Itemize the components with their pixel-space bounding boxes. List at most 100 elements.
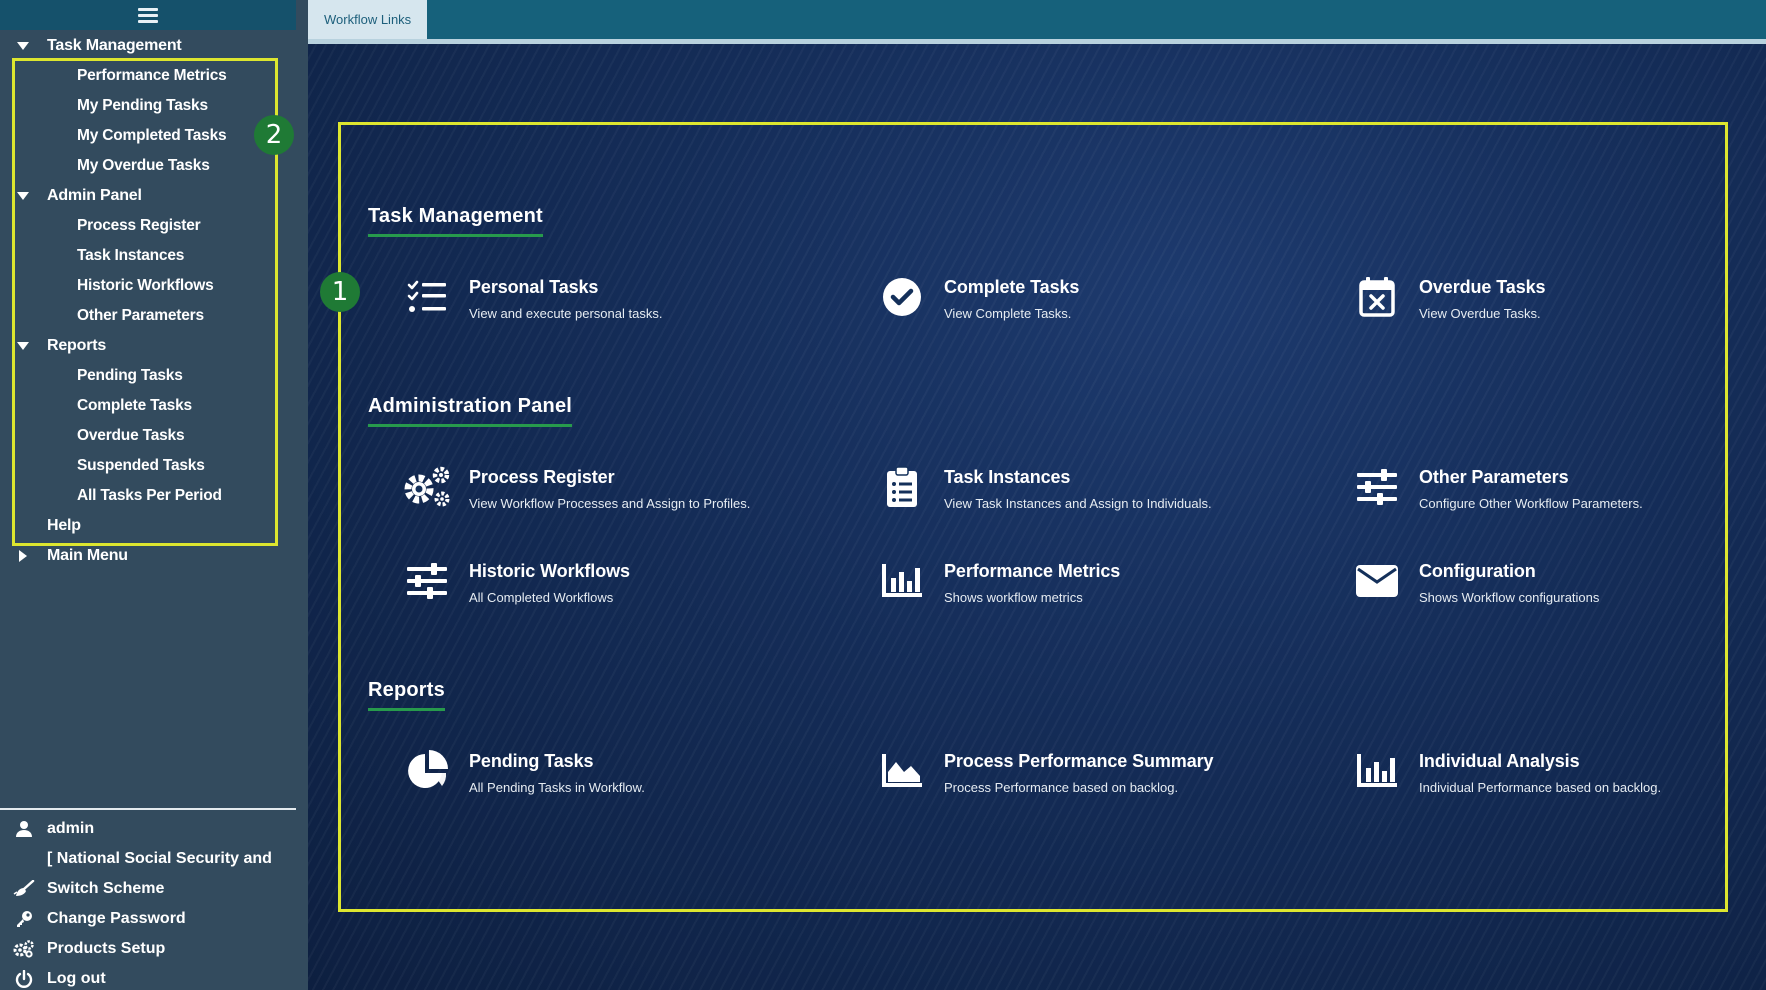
nav-item-my-completed-tasks[interactable]: My Completed Tasks [0,121,296,151]
card-title: Overdue Tasks [1419,277,1546,297]
key-icon [0,910,47,928]
card-task-instances[interactable]: Task Instances View Task Instances and A… [874,463,1314,519]
area-chart-icon [874,747,930,795]
nav-item-complete-tasks[interactable]: Complete Tasks [0,391,296,421]
card-description: Configure Other Workflow Parameters. [1419,496,1643,511]
card-description: Shows workflow metrics [944,590,1083,605]
nav-label: Reports [47,337,107,354]
nav-tree: Task Management Performance Metrics My P… [0,30,296,571]
card-description: View and execute personal tasks. [469,306,663,321]
card-process-register[interactable]: Process Register View Workflow Processes… [399,463,839,519]
tab-workflow-links[interactable]: Workflow Links [308,0,428,39]
broom-icon [0,880,47,898]
user-menu: admin [ National Social Security and Swi… [0,808,296,990]
card-description: View Overdue Tasks. [1419,306,1541,321]
nav-item-task-management[interactable]: Task Management [0,31,296,61]
card-description: All Completed Workflows [469,590,614,605]
products-setup-label: Products Setup [47,940,166,957]
username: admin [47,820,95,837]
sidebar-header [0,0,296,30]
nav-item-suspended-tasks[interactable]: Suspended Tasks [0,451,296,481]
card-title: Task Instances [944,467,1071,487]
nav-item-historic-workflows[interactable]: Historic Workflows [0,271,296,301]
chevron-down-icon [16,342,29,350]
switch-scheme-link[interactable]: Switch Scheme [0,874,296,904]
nav-item-my-pending-tasks[interactable]: My Pending Tasks [0,91,296,121]
card-other-parameters[interactable]: Other Parameters Configure Other Workflo… [1349,463,1766,519]
logout-link[interactable]: Log out [0,964,296,990]
clipboard-list-icon [874,463,930,511]
nav-item-reports[interactable]: Reports [0,331,296,361]
pie-chart-icon [399,747,455,795]
card-title: Configuration [1419,561,1536,581]
section-title-reports: Reports [368,679,445,711]
card-description: View Task Instances and Assign to Indivi… [944,496,1212,511]
nav-item-process-register[interactable]: Process Register [0,211,296,241]
nav-label: Task Instances [77,247,185,264]
gears-icon [399,463,455,511]
tasks-list-icon [399,273,455,321]
nav-item-pending-tasks[interactable]: Pending Tasks [0,361,296,391]
nav-label: Overdue Tasks [77,427,185,444]
power-icon [0,970,47,988]
card-personal-tasks[interactable]: Personal Tasks View and execute personal… [399,273,839,329]
change-password-link[interactable]: Change Password [0,904,296,934]
envelope-icon [1349,557,1405,605]
chevron-right-icon [18,550,27,562]
card-pending-tasks[interactable]: Pending Tasks All Pending Tasks in Workf… [399,747,839,803]
card-performance-metrics[interactable]: Performance Metrics Shows workflow metri… [874,557,1314,613]
switch-scheme-label: Switch Scheme [47,880,165,897]
card-title: Performance Metrics [944,561,1121,581]
card-historic-workflows[interactable]: Historic Workflows All Completed Workflo… [399,557,839,613]
annotation-badge-1: 1 [320,272,360,312]
sliders-icon [399,557,455,605]
nav-label: Historic Workflows [77,277,214,294]
nav-label: Admin Panel [47,187,142,204]
card-individual-analysis[interactable]: Individual Analysis Individual Performan… [1349,747,1766,803]
tab-bar: Workflow Links [308,0,1766,44]
card-description: View Workflow Processes and Assign to Pr… [469,496,751,511]
check-circle-icon [874,273,930,321]
nav-item-performance-metrics[interactable]: Performance Metrics [0,61,296,91]
chevron-down-icon [16,42,29,50]
nav-label: Process Register [77,217,201,234]
user-account[interactable]: admin [0,814,296,844]
workflow-links-panel: Task Management Personal Tasks View and … [338,122,1728,912]
nav-label: My Completed Tasks [77,127,227,144]
nav-item-task-instances[interactable]: Task Instances [0,241,296,271]
hamburger-menu-icon[interactable] [138,7,158,23]
nav-label: My Pending Tasks [77,97,208,114]
card-description: Process Performance based on backlog. [944,780,1179,795]
card-configuration[interactable]: Configuration Shows Workflow configurati… [1349,557,1766,613]
card-description: All Pending Tasks in Workflow. [469,780,645,795]
user-organization: [ National Social Security and [0,844,296,874]
nav-label: All Tasks Per Period [77,487,222,504]
card-title: Process Register [469,467,615,487]
nav-label: Complete Tasks [77,397,192,414]
card-description: Individual Performance based on backlog. [1419,780,1662,795]
nav-label: Performance Metrics [77,67,227,84]
card-description: Shows Workflow configurations [1419,590,1600,605]
card-description: View Complete Tasks. [944,306,1072,321]
nav-item-admin-panel[interactable]: Admin Panel [0,181,296,211]
section-title-administration-panel: Administration Panel [368,395,573,427]
products-setup-link[interactable]: Products Setup [0,934,296,964]
card-title: Pending Tasks [469,751,594,771]
nav-item-help[interactable]: Help [0,511,296,541]
logout-label: Log out [47,970,106,987]
nav-label: My Overdue Tasks [77,157,210,174]
nav-label: Task Management [47,37,182,54]
nav-item-other-parameters[interactable]: Other Parameters [0,301,296,331]
card-complete-tasks[interactable]: Complete Tasks View Complete Tasks. [874,273,1314,329]
bar-chart-icon [874,557,930,605]
card-process-performance-summary[interactable]: Process Performance Summary Process Perf… [874,747,1314,803]
user-icon [0,820,47,838]
nav-item-my-overdue-tasks[interactable]: My Overdue Tasks [0,151,296,181]
main-panel: Workflow Links Task Management Personal … [296,0,1766,990]
card-overdue-tasks[interactable]: Overdue Tasks View Overdue Tasks. [1349,273,1766,329]
organization-label: [ National Social Security and [47,850,272,867]
nav-item-all-tasks-per-period[interactable]: All Tasks Per Period [0,481,296,511]
nav-item-overdue-tasks[interactable]: Overdue Tasks [0,421,296,451]
nav-item-main-menu[interactable]: Main Menu [0,541,296,571]
sliders-icon [1349,463,1405,511]
